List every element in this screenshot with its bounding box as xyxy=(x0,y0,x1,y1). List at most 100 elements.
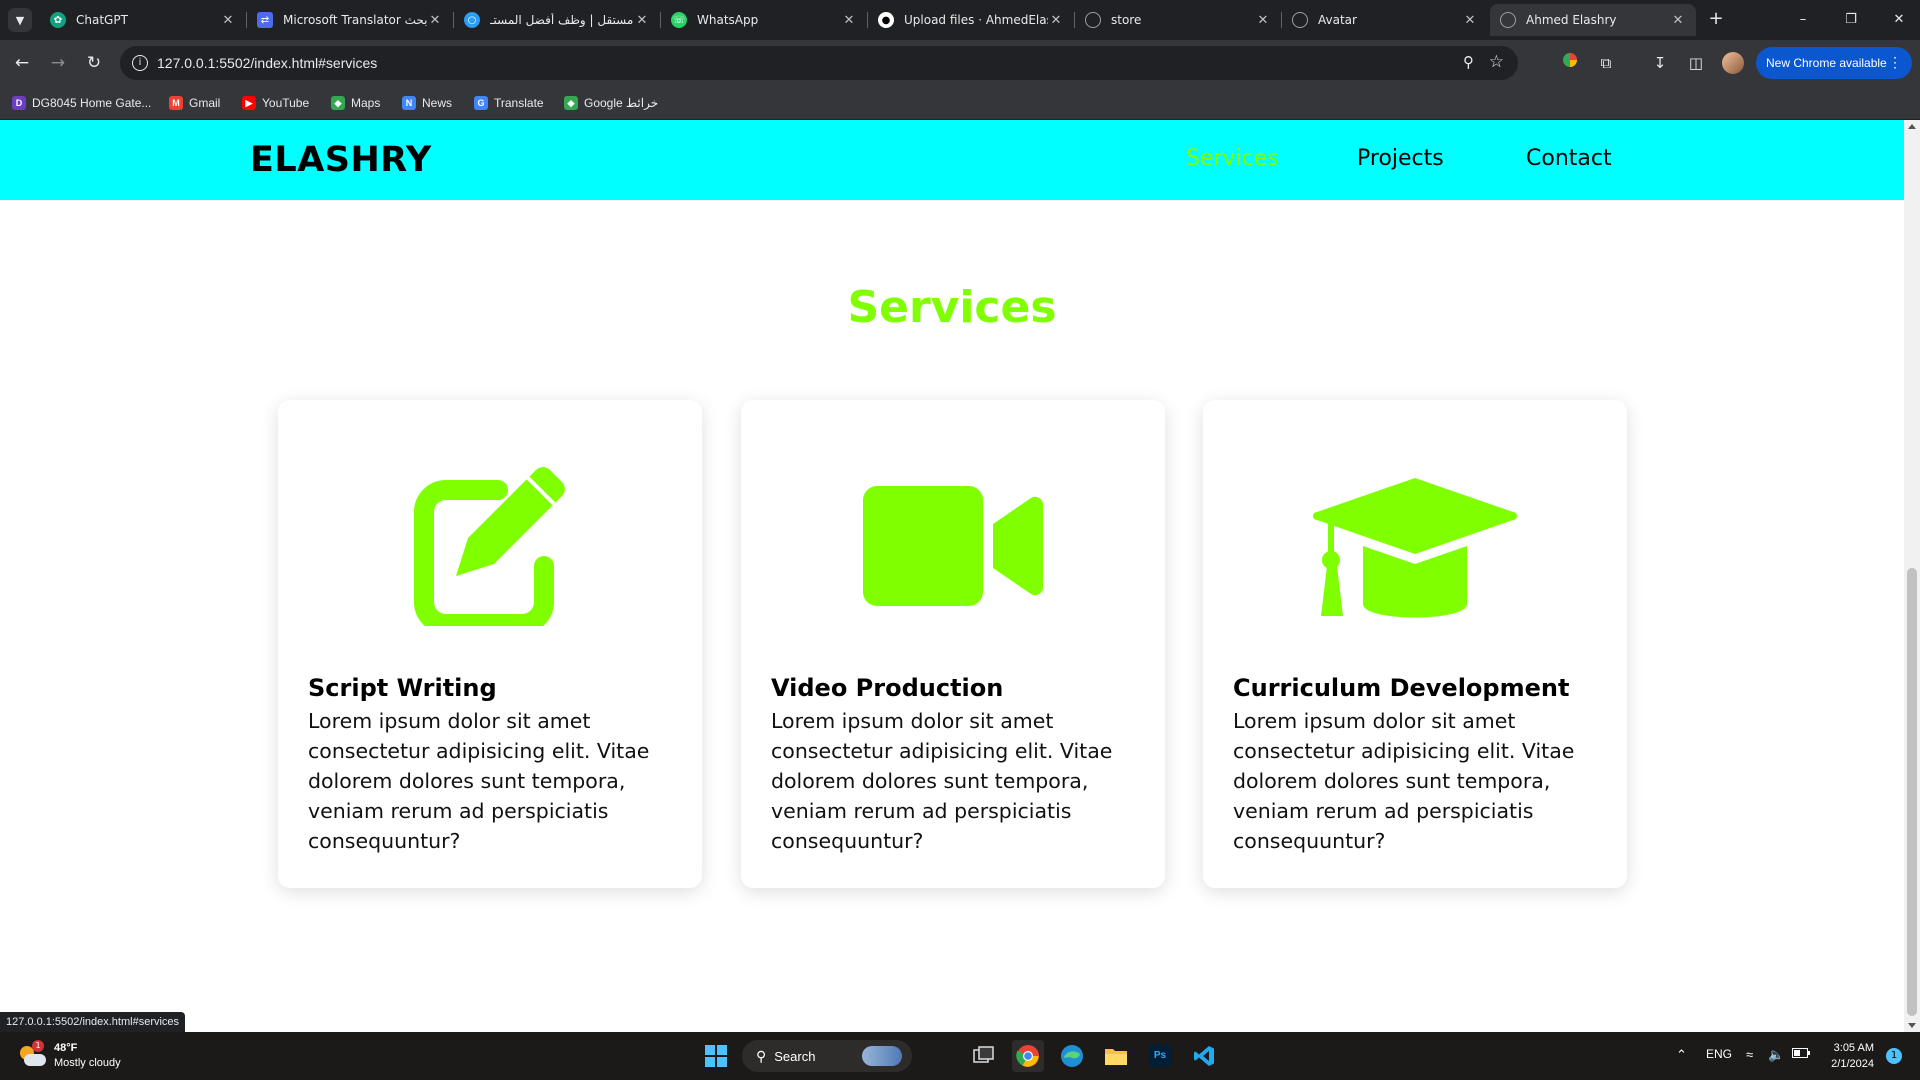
chrome-taskbar-icon[interactable] xyxy=(1012,1040,1044,1072)
extension-colorful-icon[interactable] xyxy=(1558,51,1582,75)
url-text[interactable]: 127.0.0.1:5502/index.html#services xyxy=(157,55,377,71)
translate-icon: G xyxy=(474,96,488,110)
page-scrollbar[interactable] xyxy=(1904,120,1920,1032)
weather-temp: 48°F xyxy=(54,1042,78,1054)
section-title: Services xyxy=(847,282,1057,333)
bookmark-label: YouTube xyxy=(262,96,310,110)
tab-mostaql[interactable]: ○ مستقل | وظف أفضل المستـ ✕ xyxy=(454,4,660,36)
clock-date: 2/1/2024 xyxy=(1831,1058,1874,1070)
windows-taskbar: 1 48°F Mostly cloudy ⚲ Search Ps ⌃ ENG ≈… xyxy=(0,1032,1920,1080)
taskbar-search-box[interactable]: ⚲ Search xyxy=(742,1040,912,1072)
bookmark-translate[interactable]: G Translate xyxy=(474,94,544,112)
new-tab-button[interactable]: + xyxy=(1704,8,1728,32)
service-card-script-writing: Script Writing Lorem ipsum dolor sit ame… xyxy=(278,400,702,888)
card-text: Lorem ipsum dolor sit amet consectetur a… xyxy=(308,709,650,853)
bookmark-maps[interactable]: ◆ Maps xyxy=(331,94,380,112)
browser-toolbar: ← → ↻ i 127.0.0.1:5502/index.html#servic… xyxy=(0,40,1920,86)
extensions-puzzle-icon[interactable]: ⧉ xyxy=(1594,51,1618,75)
vscode-icon[interactable] xyxy=(1188,1040,1220,1072)
bookmark-gmail[interactable]: M Gmail xyxy=(169,94,220,112)
close-icon[interactable]: ✕ xyxy=(220,13,236,28)
photoshop-icon[interactable]: Ps xyxy=(1144,1040,1176,1072)
scrollbar-thumb[interactable] xyxy=(1907,568,1917,1016)
zoom-icon[interactable]: ⚲ xyxy=(1463,53,1474,71)
address-bar[interactable]: i 127.0.0.1:5502/index.html#services ⚲ ☆ xyxy=(120,46,1518,80)
more-menu-icon[interactable]: ⋮ xyxy=(1888,54,1902,71)
close-icon[interactable]: ✕ xyxy=(841,13,857,28)
tab-title: Microsoft Translator بحث xyxy=(283,13,427,27)
nav-link-contact[interactable]: Contact xyxy=(1526,146,1612,171)
close-icon[interactable]: ✕ xyxy=(1462,13,1478,28)
nav-link-services[interactable]: Services xyxy=(1186,146,1279,171)
close-icon[interactable]: ✕ xyxy=(634,13,650,28)
clock-time: 3:05 AM xyxy=(1833,1042,1874,1054)
tab-avatar[interactable]: Avatar ✕ xyxy=(1282,4,1488,36)
side-panel-icon[interactable]: ◫ xyxy=(1684,51,1708,75)
edge-taskbar-icon[interactable] xyxy=(1056,1040,1088,1072)
show-hidden-icons-chevron-icon[interactable]: ⌃ xyxy=(1676,1047,1687,1063)
volume-icon[interactable]: 🔈 xyxy=(1768,1047,1784,1063)
restore-icon[interactable]: ❐ xyxy=(1836,8,1866,32)
bookmarks-bar: D DG8045 Home Gate... M Gmail ▶ YouTube … xyxy=(0,86,1920,120)
bookmark-label: News xyxy=(422,96,453,110)
edit-pencil-icon xyxy=(278,466,702,626)
weather-desc: Mostly cloudy xyxy=(54,1057,121,1069)
tab-chatgpt[interactable]: ✿ ChatGPT ✕ xyxy=(40,4,246,36)
tab-ahmed-elashry[interactable]: Ahmed Elashry ✕ xyxy=(1490,4,1696,36)
tab-github-upload[interactable]: ● Upload files · AhmedElash ✕ xyxy=(868,4,1074,36)
bookmark-star-icon[interactable]: ☆ xyxy=(1489,52,1504,72)
scroll-down-arrow-icon[interactable] xyxy=(1908,1023,1916,1028)
system-clock[interactable]: 3:05 AM 2/1/2024 xyxy=(1824,1040,1874,1072)
service-card-video-production: Video Production Lorem ipsum dolor sit a… xyxy=(741,400,1165,888)
close-icon[interactable]: ✕ xyxy=(1255,13,1271,28)
scroll-up-arrow-icon[interactable] xyxy=(1908,124,1916,129)
bookmark-label: Gmail xyxy=(189,96,221,110)
window-close-icon[interactable]: ✕ xyxy=(1884,8,1914,32)
input-language[interactable]: ENG xyxy=(1706,1047,1732,1061)
bookmark-google-maps-ar[interactable]: ◆ Google خرائط xyxy=(564,94,658,112)
service-card-curriculum-development: Curriculum Development Lorem ipsum dolor… xyxy=(1203,400,1627,888)
notification-badge[interactable]: 1 xyxy=(1886,1048,1902,1064)
tab-title: ChatGPT xyxy=(76,13,128,27)
task-view-icon[interactable] xyxy=(968,1040,1000,1072)
minimize-icon[interactable]: – xyxy=(1788,8,1818,32)
close-icon[interactable]: ✕ xyxy=(1670,13,1686,28)
globe-icon xyxy=(1292,12,1308,28)
tab-title: Upload files · AhmedElash xyxy=(904,13,1048,27)
forward-arrow-icon[interactable]: → xyxy=(46,51,70,75)
tab-title: store xyxy=(1111,13,1142,27)
translator-icon: ⇄ xyxy=(257,12,273,28)
site-logo[interactable]: ELASHRY xyxy=(250,140,432,180)
partly-cloudy-icon: 1 xyxy=(18,1040,46,1068)
card-title: Curriculum Development xyxy=(1233,674,1570,702)
battery-icon[interactable] xyxy=(1792,1047,1810,1061)
tab-microsoft-translator[interactable]: ⇄ Microsoft Translator بحث ✕ xyxy=(247,4,453,36)
wifi-icon[interactable]: ≈ xyxy=(1746,1047,1753,1062)
tab-title: WhatsApp xyxy=(697,13,759,27)
close-icon[interactable]: ✕ xyxy=(427,13,443,28)
nav-link-projects[interactable]: Projects xyxy=(1357,146,1444,171)
close-icon[interactable]: ✕ xyxy=(1048,13,1064,28)
bookmark-label: DG8045 Home Gate... xyxy=(32,96,152,110)
tab-title: Ahmed Elashry xyxy=(1526,13,1617,27)
weather-widget[interactable]: 1 48°F Mostly cloudy xyxy=(18,1040,121,1072)
site-info-icon[interactable]: i xyxy=(132,55,148,71)
status-bubble-url: 127.0.0.1:5502/index.html#services xyxy=(0,1012,186,1032)
tab-title: Avatar xyxy=(1318,13,1357,27)
tab-store[interactable]: store ✕ xyxy=(1075,4,1281,36)
new-chrome-available-button[interactable]: New Chrome available ⋮ xyxy=(1756,47,1912,79)
tab-whatsapp[interactable]: ☏ WhatsApp ✕ xyxy=(661,4,867,36)
whatsapp-icon: ☏ xyxy=(671,12,687,28)
bookmark-news[interactable]: N News xyxy=(402,94,452,112)
globe-icon xyxy=(1500,12,1516,28)
site-header: ELASHRY Services Projects Contact xyxy=(0,120,1904,200)
download-icon[interactable]: ↧ xyxy=(1648,51,1672,75)
back-arrow-icon[interactable]: ← xyxy=(10,51,34,75)
file-explorer-icon[interactable] xyxy=(1100,1040,1132,1072)
bookmark-dg8045[interactable]: D DG8045 Home Gate... xyxy=(12,94,151,112)
windows-start-icon[interactable] xyxy=(700,1040,732,1072)
profile-avatar[interactable] xyxy=(1722,52,1744,74)
bookmark-youtube[interactable]: ▶ YouTube xyxy=(242,94,309,112)
reload-icon[interactable]: ↻ xyxy=(82,51,106,75)
tab-search-button[interactable]: ▼ xyxy=(8,8,32,32)
